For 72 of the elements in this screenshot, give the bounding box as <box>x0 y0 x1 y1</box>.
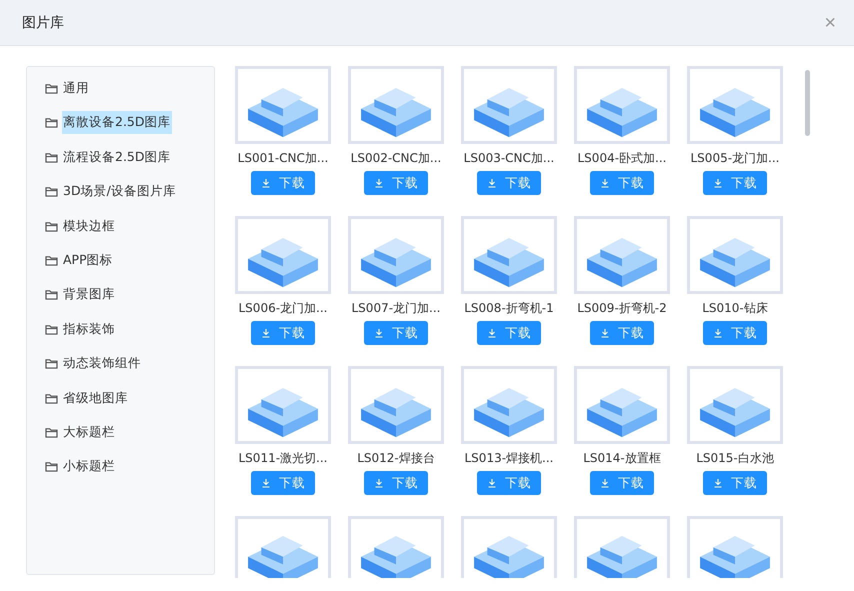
image-name: LS002-CNC加... <box>350 150 442 167</box>
download-button[interactable]: 下载 <box>477 321 541 345</box>
folder-icon <box>45 254 58 266</box>
sidebar-item[interactable]: 小标题栏 <box>62 455 116 478</box>
download-button[interactable]: 下载 <box>251 171 315 195</box>
download-button[interactable]: 下载 <box>703 171 767 195</box>
folder-icon <box>45 324 58 335</box>
folder-icon <box>45 289 58 300</box>
download-icon <box>261 178 271 188</box>
sidebar-item[interactable]: 模块边框 <box>62 214 116 238</box>
folder-icon <box>45 461 58 472</box>
window-title: 图片库 <box>22 14 64 32</box>
download-button[interactable]: 下载 <box>703 321 767 345</box>
download-icon <box>261 478 271 488</box>
download-button[interactable]: 下载 <box>590 471 654 495</box>
image-name: LS015-白水池 <box>696 450 774 467</box>
download-button[interactable]: 下载 <box>364 171 428 195</box>
folder-icon <box>45 426 58 438</box>
image-name: LS012-焊接台 <box>357 450 435 467</box>
download-icon <box>487 328 497 338</box>
sidebar-item[interactable]: 离散设备2.5D图库 <box>62 111 172 134</box>
image-name: LS007-龙门加... <box>352 300 440 317</box>
download-icon <box>713 328 723 338</box>
image-name: LS008-折弯机-1 <box>464 300 554 317</box>
download-button[interactable]: 下载 <box>703 471 767 495</box>
sidebar-item[interactable]: 动态装饰组件 <box>62 352 142 376</box>
image-name: LS004-卧式加... <box>578 150 666 167</box>
download-icon <box>261 328 271 338</box>
image-name: LS011-激光切... <box>238 450 328 467</box>
sidebar-item[interactable]: 指标装饰 <box>62 318 116 341</box>
download-icon <box>600 178 610 188</box>
download-button[interactable]: 下载 <box>590 321 654 345</box>
download-button[interactable]: 下载 <box>590 171 654 195</box>
download-button[interactable]: 下载 <box>251 471 315 495</box>
download-icon <box>600 328 610 338</box>
sidebar-item[interactable]: 3D场景/设备图片库 <box>62 180 177 204</box>
folder-icon <box>45 152 58 163</box>
sidebar-item[interactable]: APP图标 <box>62 248 114 272</box>
close-button[interactable]: × <box>824 12 836 32</box>
download-icon <box>374 178 384 188</box>
image-name: LS005-龙门加... <box>690 150 780 167</box>
sidebar-item[interactable]: 流程设备2.5D图库 <box>62 146 172 169</box>
folder-icon <box>45 358 58 370</box>
download-icon <box>374 478 384 488</box>
image-name: LS013-焊接机... <box>464 450 554 467</box>
download-button[interactable]: 下载 <box>364 471 428 495</box>
download-icon <box>600 478 610 488</box>
image-name: LS009-折弯机-2 <box>577 300 667 317</box>
folder-icon <box>45 392 58 404</box>
download-icon <box>487 478 497 488</box>
image-name: LS014-放置框 <box>583 450 661 467</box>
folder-icon <box>45 220 58 232</box>
download-icon <box>374 328 384 338</box>
folder-icon <box>45 83 58 94</box>
download-button[interactable]: 下载 <box>477 471 541 495</box>
download-button[interactable]: 下载 <box>477 171 541 195</box>
sidebar-item[interactable]: 通用 <box>62 77 90 100</box>
download-icon <box>713 478 723 488</box>
image-name: LS006-龙门加... <box>238 300 328 317</box>
image-name: LS010-钻床 <box>702 300 768 317</box>
download-icon <box>487 178 497 188</box>
sidebar-item[interactable]: 背景图库 <box>62 283 116 306</box>
scrollbar-drawing[interactable] <box>805 70 810 136</box>
download-button[interactable]: 下载 <box>251 321 315 345</box>
download-button[interactable]: 下载 <box>364 321 428 345</box>
folder-icon <box>45 186 58 198</box>
sidebar-item[interactable]: 大标题栏 <box>62 420 116 444</box>
folder-icon <box>45 117 58 128</box>
image-name: LS003-CNC加... <box>464 150 554 167</box>
image-name: LS001-CNC加... <box>238 150 328 167</box>
sidebar-item[interactable]: 省级地图库 <box>62 386 129 410</box>
download-icon <box>713 178 723 188</box>
